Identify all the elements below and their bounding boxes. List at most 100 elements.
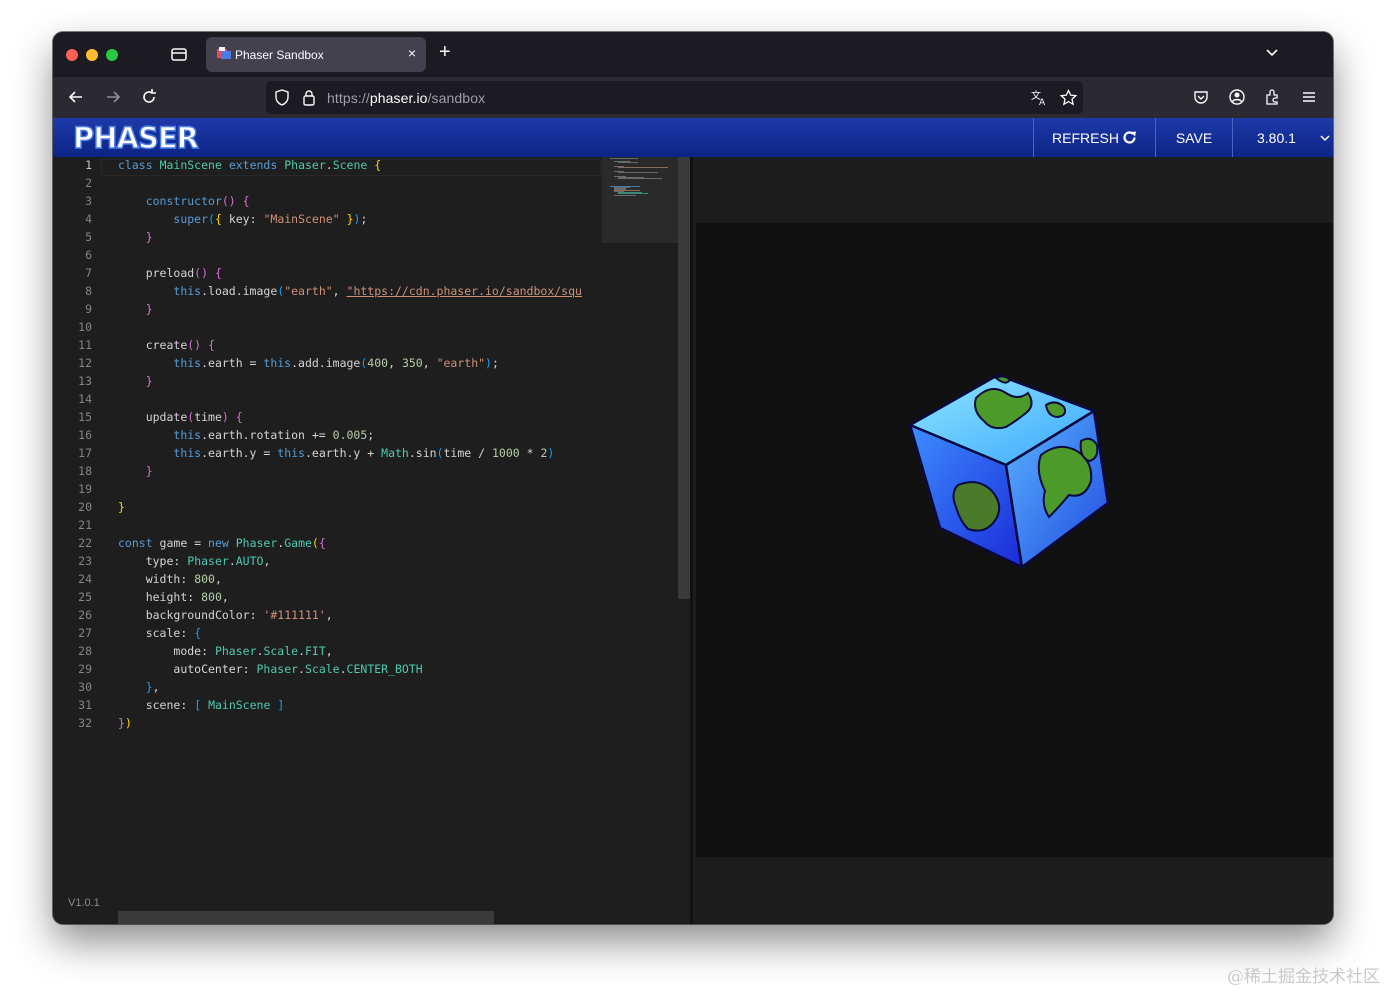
url-scheme: https:// (327, 90, 370, 106)
tab-phaser-sandbox[interactable]: Phaser Sandbox × (206, 37, 426, 72)
line-number: 32 (78, 716, 92, 730)
url-text: https://phaser.io/sandbox (327, 90, 485, 106)
chevron-down-icon (1320, 135, 1330, 142)
reload-icon[interactable] (140, 88, 158, 106)
code-line: const game = new Phaser.Game({ (118, 536, 326, 550)
back-arrow-icon[interactable] (67, 88, 85, 106)
line-number: 16 (78, 428, 92, 442)
tab-close-button[interactable]: × (408, 45, 416, 61)
line-number: 7 (85, 266, 92, 280)
svg-text:PHASER: PHASER (73, 123, 199, 153)
code-line: class MainScene extends Phaser.Scene { (118, 158, 382, 172)
phaser-header: PHASER REFRESH SAVE 3.80.1 (53, 118, 1333, 157)
line-number: 4 (85, 212, 92, 226)
pocket-icon[interactable] (1192, 88, 1210, 106)
tab-strip: Phaser Sandbox × + (53, 32, 1333, 77)
code-minimap[interactable] (602, 157, 678, 243)
code-line: this.load.image("earth", "https://cdn.ph… (173, 284, 582, 298)
line-number: 12 (78, 356, 92, 370)
phaser-logo[interactable]: PHASER (73, 123, 223, 153)
line-number: 18 (78, 464, 92, 478)
code-line: preload() { (145, 266, 222, 280)
code-line: } (145, 374, 153, 388)
line-number: 8 (85, 284, 92, 298)
line-number: 26 (78, 608, 92, 622)
code-line: } (145, 302, 153, 316)
editor-vertical-scrollbar[interactable] (678, 157, 690, 924)
line-number: 30 (78, 680, 92, 694)
line-number: 19 (78, 482, 92, 496)
shield-icon[interactable] (274, 89, 290, 106)
editor-horizontal-scrollbar[interactable] (118, 911, 494, 924)
phaser-version-select[interactable]: 3.80.1 (1232, 118, 1333, 157)
line-number: 13 (78, 374, 92, 388)
line-number: 17 (78, 446, 92, 460)
line-number: 5 (85, 230, 92, 244)
code-line: } (118, 500, 125, 514)
line-number: 27 (78, 626, 92, 640)
game-preview-pane (693, 157, 1333, 924)
address-bar[interactable]: https://phaser.io/sandbox 文A (266, 81, 1083, 114)
code-line: autoCenter: Phaser.Scale.CENTER_BOTH (173, 662, 423, 676)
line-number: 9 (85, 302, 92, 316)
line-number: 2 (85, 176, 92, 190)
refresh-button[interactable]: REFRESH (1033, 118, 1155, 157)
refresh-label: REFRESH (1052, 129, 1119, 146)
code-line: this.earth = this.add.image(400, 350, "e… (173, 356, 499, 370)
line-number: 31 (78, 698, 92, 712)
line-number: 25 (78, 590, 92, 604)
url-path: /sandbox (427, 90, 486, 106)
code-line: constructor() { (145, 194, 250, 208)
code-area[interactable]: class MainScene extends Phaser.Scene { c… (118, 157, 602, 757)
line-number: 10 (78, 320, 92, 334)
navigation-toolbar: https://phaser.io/sandbox 文A (53, 77, 1333, 118)
code-editor[interactable]: 1 2 3 4 5 6 7 8 9 10 11 12 13 14 15 16 17 18 19 20 21 22 23 24 2… (53, 157, 690, 924)
minimize-window-button[interactable] (86, 49, 98, 61)
code-line: }, (145, 680, 160, 694)
code-line: update(time) { (145, 410, 243, 424)
line-number: 28 (78, 644, 92, 658)
zoom-window-button[interactable] (106, 49, 118, 61)
code-line: scene: [ MainScene ] (145, 698, 285, 712)
tab-title: Phaser Sandbox (235, 48, 324, 62)
app-version-label: V1.0.1 (68, 897, 100, 909)
extensions-icon[interactable] (1264, 88, 1282, 106)
code-line: width: 800, (145, 572, 222, 586)
save-button[interactable]: SAVE (1155, 118, 1232, 157)
code-line: super({ key: "MainScene" }); (173, 212, 368, 226)
scrollbar-thumb[interactable] (678, 157, 690, 599)
earth-cube-sprite (907, 373, 1110, 570)
line-number: 21 (78, 518, 92, 532)
phaser-favicon-icon (217, 47, 231, 59)
code-line: scale: { (145, 626, 202, 640)
code-line: height: 800, (145, 590, 229, 604)
code-line: }) (118, 716, 132, 730)
lock-icon[interactable] (302, 89, 316, 106)
close-window-button[interactable] (66, 49, 78, 61)
translate-icon[interactable]: 文A (1031, 89, 1048, 106)
line-number: 20 (78, 500, 92, 514)
tab-overview-icon[interactable] (170, 45, 188, 63)
browser-window: Phaser Sandbox × + https://phaser.io/san… (53, 32, 1333, 924)
line-number-gutter: 1 2 3 4 5 6 7 8 9 10 11 12 13 14 15 16 17 18 19 20 21 22 23 24 2… (53, 157, 101, 757)
svg-text:A: A (1039, 98, 1046, 106)
forward-arrow-icon[interactable] (104, 88, 122, 106)
bookmark-star-icon[interactable] (1060, 89, 1077, 106)
code-line: create() { (145, 338, 215, 352)
code-line: this.earth.y = this.earth.y + Math.sin(t… (173, 446, 555, 460)
menu-icon[interactable] (1300, 88, 1318, 106)
line-number: 1 (85, 158, 92, 172)
line-number: 24 (78, 572, 92, 586)
game-canvas[interactable] (696, 223, 1333, 857)
new-tab-button[interactable]: + (439, 42, 451, 62)
refresh-icon (1123, 131, 1136, 144)
line-number: 29 (78, 662, 92, 676)
line-number: 15 (78, 410, 92, 424)
line-number: 3 (85, 194, 92, 208)
version-select-value: 3.80.1 (1257, 129, 1296, 146)
account-icon[interactable] (1228, 88, 1246, 106)
code-line: type: Phaser.AUTO, (145, 554, 271, 568)
chevron-down-icon[interactable] (1265, 46, 1279, 60)
code-line: backgroundColor: '#111111', (145, 608, 333, 622)
line-number: 6 (85, 248, 92, 262)
